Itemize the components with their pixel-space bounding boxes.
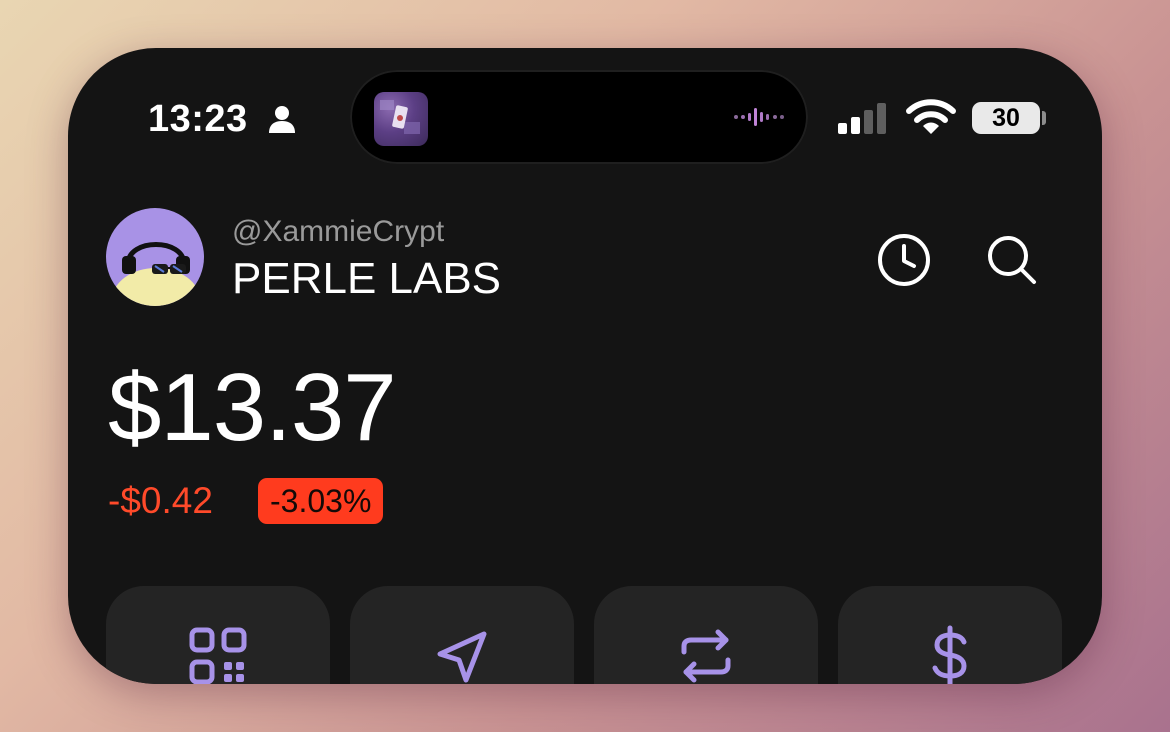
battery-icon: 30 xyxy=(972,102,1040,134)
swap-icon xyxy=(681,629,731,683)
battery-tip xyxy=(1042,111,1046,125)
clock-icon[interactable] xyxy=(876,232,932,288)
dynamic-island[interactable] xyxy=(350,70,808,164)
battery-level: 30 xyxy=(992,103,1020,132)
send-button[interactable] xyxy=(350,586,574,684)
balance-change-percent: -3.03% xyxy=(258,478,384,524)
signal-icon xyxy=(838,103,886,134)
status-time: 13:23 xyxy=(148,98,248,140)
search-icon[interactable] xyxy=(984,232,1040,288)
wifi-icon xyxy=(906,99,956,134)
audio-waveform-icon xyxy=(734,108,784,126)
dollar-icon xyxy=(932,625,967,684)
account-handle: @XammieCrypt xyxy=(232,215,445,248)
balance-change-value: -$0.42 xyxy=(108,480,213,521)
wallet-name[interactable]: PERLE LABS xyxy=(232,254,501,304)
receive-button[interactable] xyxy=(106,586,330,684)
album-art-icon xyxy=(374,92,428,146)
balance-amount: $13.37 xyxy=(108,354,397,461)
avatar[interactable] xyxy=(106,208,204,306)
swap-button[interactable] xyxy=(594,586,818,684)
send-icon xyxy=(437,631,487,683)
person-icon xyxy=(269,106,295,133)
phone-screen: 13:23 30 @XammieCrypt PERLE LABS $13.37 … xyxy=(68,48,1102,684)
buy-button[interactable] xyxy=(838,586,1062,684)
qr-code-icon xyxy=(189,627,247,684)
